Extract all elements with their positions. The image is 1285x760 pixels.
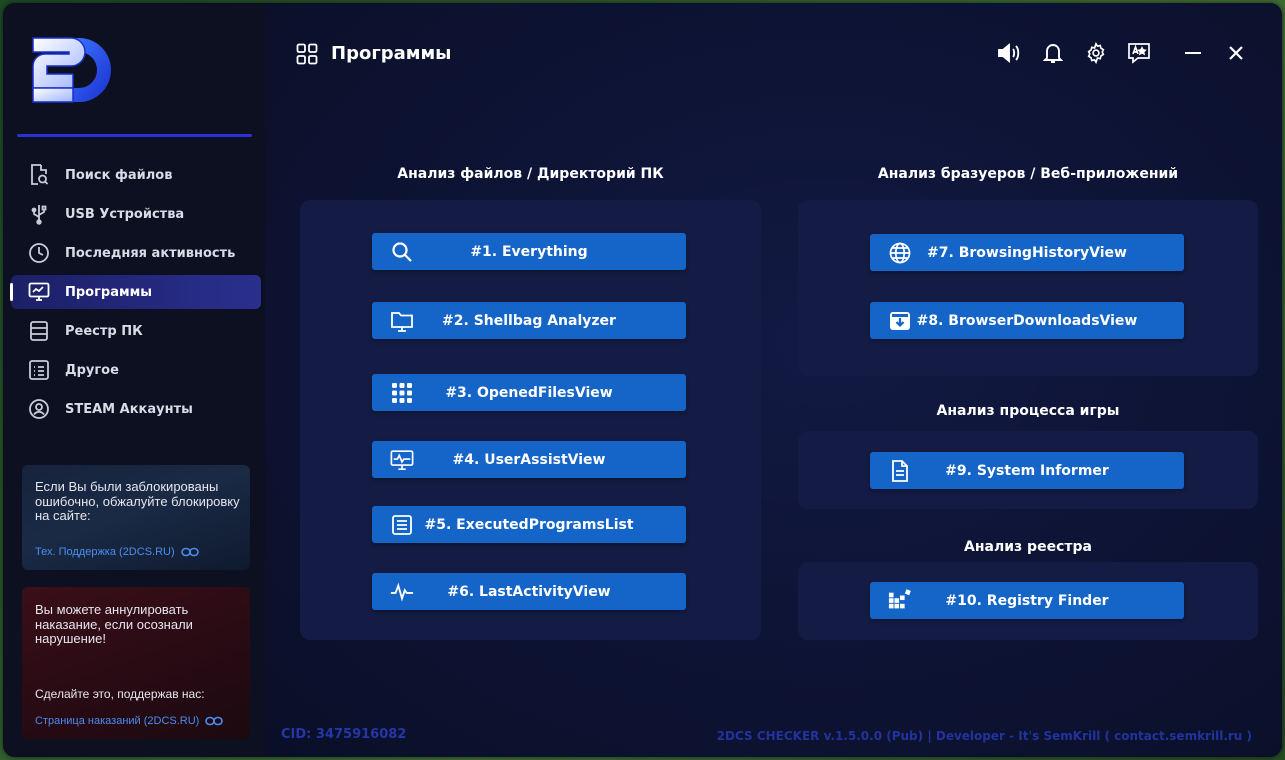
registry-icon — [888, 589, 912, 613]
button-label: #7. BrowsingHistoryView — [927, 244, 1127, 261]
registry-panel: #10. Registry Finder — [798, 562, 1258, 640]
app-logo — [32, 37, 111, 103]
system-informer-button[interactable]: #9. System Informer — [870, 452, 1184, 489]
developer-info: 2DCS CHECKER v.1.5.0.0 (Pub) | Developer… — [716, 729, 1252, 743]
document-list-icon — [390, 513, 414, 537]
section-title-game: Анализ процесса игры — [936, 403, 1120, 419]
client-id: CID: 3475916082 — [281, 727, 407, 742]
section-title-browsers: Анализ бразуеров / Веб-приложений — [877, 166, 1179, 182]
button-label: #6. LastActivityView — [447, 583, 611, 600]
link-icon — [180, 547, 199, 557]
game-panel: #9. System Informer — [798, 431, 1258, 509]
support-link-label: Тех. Поддержка (2DCS.RU) — [35, 546, 175, 558]
main-content: Программы Анализ файлов / Директорий ПК — [265, 3, 1282, 757]
browsers-panel: #7. BrowsingHistoryView #8. BrowserDownl… — [798, 200, 1258, 376]
files-panel: #1. Everything #2. Shellbag Analyzer #3.… — [300, 200, 761, 640]
executedprogramslist-button[interactable]: #5. ExecutedProgramsList — [372, 506, 686, 543]
sidebar-nav: Поиск файлов USB Устройства Последняя ак… — [10, 158, 261, 431]
sidebar-item-label: Реестр ПК — [65, 323, 143, 339]
sidebar-item-other[interactable]: Другое — [11, 353, 261, 387]
activity-icon — [390, 580, 414, 604]
monitor-icon — [28, 281, 50, 303]
active-indicator — [10, 283, 13, 301]
search-icon — [390, 240, 414, 264]
button-label: #9. System Informer — [945, 462, 1109, 479]
close-button[interactable] — [1222, 39, 1250, 67]
sidebar-item-label: Программы — [65, 284, 152, 300]
support-card: Если Вы были заблокированы ошибочно, обж… — [22, 465, 250, 570]
file-search-icon — [28, 164, 50, 186]
settings-button[interactable] — [1082, 39, 1110, 67]
punishment-link[interactable]: Страница наказаний (2DCS.RU) — [35, 715, 224, 727]
volume-button[interactable] — [996, 39, 1024, 67]
sidebar-item-label: STEAM Аккаунты — [65, 401, 193, 417]
button-label: #5. ExecutedProgramsList — [424, 516, 634, 533]
button-label: #3. OpenedFilesView — [445, 384, 613, 401]
section-title-files: Анализ файлов / Директорий ПК — [397, 166, 664, 182]
everything-button[interactable]: #1. Everything — [372, 233, 686, 270]
bell-icon — [1043, 44, 1063, 63]
app-window: Поиск файлов USB Устройства Последняя ак… — [3, 3, 1282, 757]
minimize-button[interactable] — [1179, 39, 1207, 67]
registry-finder-button[interactable]: #10. Registry Finder — [870, 582, 1184, 619]
support-card-text: Если Вы были заблокированы ошибочно, обж… — [35, 479, 240, 523]
download-box-icon — [888, 309, 912, 333]
sidebar-item-label: Последняя активность — [65, 245, 236, 261]
punishment-link-label: Страница наказаний (2DCS.RU) — [35, 715, 200, 727]
browserdownloadsview-button[interactable]: #8. BrowserDownloadsView — [870, 302, 1184, 339]
sidebar-item-activity[interactable]: Последняя активность — [11, 236, 261, 270]
translate-icon — [1128, 43, 1150, 64]
sidebar: Поиск файлов USB Устройства Последняя ак… — [3, 3, 265, 757]
volume-icon — [998, 42, 1020, 64]
sidebar-item-registry[interactable]: Реестр ПК — [11, 314, 261, 348]
sidebar-item-label: Поиск файлов — [65, 167, 173, 183]
translate-button[interactable] — [1125, 39, 1153, 67]
sidebar-item-label: Другое — [65, 362, 119, 378]
shellbag-analyzer-button[interactable]: #2. Shellbag Analyzer — [372, 302, 686, 339]
browsinghistoryview-button[interactable]: #7. BrowsingHistoryView — [870, 234, 1184, 271]
globe-icon — [888, 241, 912, 265]
button-label: #4. UserAssistView — [452, 451, 606, 468]
link-icon — [205, 716, 224, 726]
database-icon — [28, 320, 50, 342]
sidebar-item-usb[interactable]: USB Устройства — [11, 197, 261, 231]
minimize-icon — [1185, 52, 1201, 54]
list-icon — [28, 359, 50, 381]
logo-divider — [17, 134, 252, 137]
openedfilesview-button[interactable]: #3. OpenedFilesView — [372, 374, 686, 411]
button-label: #8. BrowserDownloadsView — [916, 312, 1138, 329]
gear-icon — [1087, 42, 1105, 64]
clock-icon — [28, 242, 50, 264]
lastactivityview-button[interactable]: #6. LastActivityView — [372, 573, 686, 610]
sidebar-item-label: USB Устройства — [65, 206, 185, 222]
usb-icon — [28, 203, 50, 225]
punishment-card-cta: Сделайте это, поддержав нас: — [35, 687, 205, 701]
sidebar-item-file-search[interactable]: Поиск файлов — [11, 158, 261, 192]
user-circle-icon — [28, 398, 50, 420]
folder-icon — [390, 309, 414, 333]
apps-grid-icon — [296, 43, 318, 65]
sidebar-item-programs[interactable]: Программы — [10, 275, 261, 309]
button-label: #10. Registry Finder — [945, 592, 1109, 609]
file-text-icon — [888, 459, 912, 483]
window-toolbar — [981, 39, 1250, 67]
userassistview-button[interactable]: #4. UserAssistView — [372, 441, 686, 478]
monitor-pulse-icon — [390, 448, 414, 472]
close-icon — [1229, 46, 1243, 60]
button-label: #2. Shellbag Analyzer — [442, 312, 616, 329]
support-link[interactable]: Тех. Поддержка (2DCS.RU) — [35, 546, 199, 558]
punishment-card: Вы можете аннулировать наказание, если о… — [22, 587, 250, 739]
page-title: Программы — [331, 43, 452, 64]
punishment-card-text: Вы можете аннулировать наказание, если о… — [35, 602, 193, 646]
section-title-registry: Анализ реестра — [964, 539, 1092, 555]
sidebar-item-steam[interactable]: STEAM Аккаунты — [11, 392, 261, 426]
button-label: #1. Everything — [470, 243, 588, 260]
grid-dots-icon — [390, 381, 414, 405]
notifications-button[interactable] — [1039, 39, 1067, 67]
